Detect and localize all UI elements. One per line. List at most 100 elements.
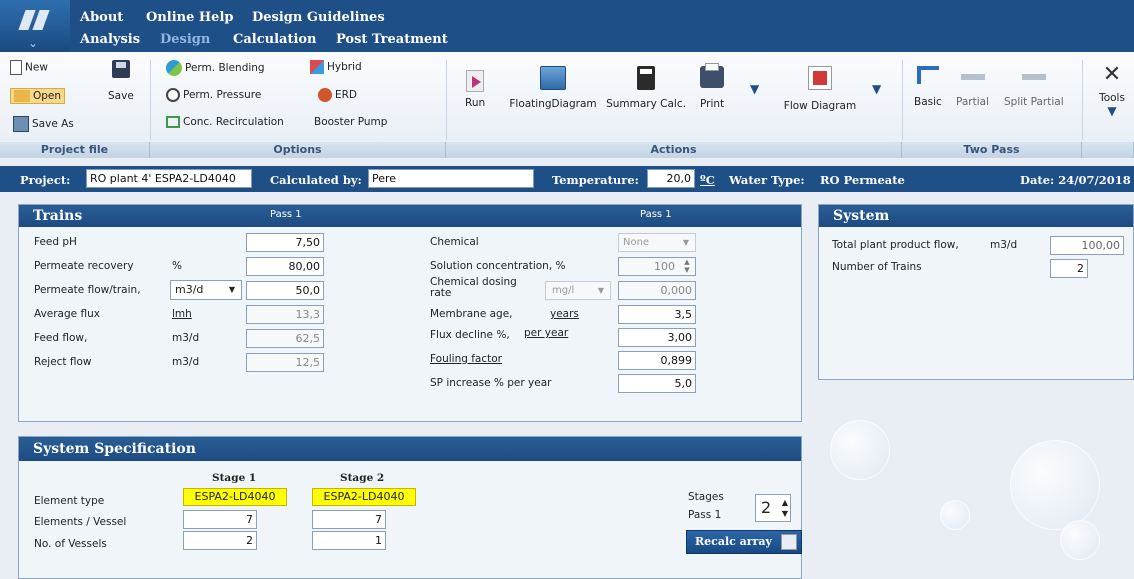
conc-recirculation-option[interactable]: Conc. Recirculation xyxy=(166,116,284,128)
wrench-screwdriver-icon: ✕ xyxy=(1102,62,1122,87)
chemical-select[interactable]: None ▼ xyxy=(618,233,696,252)
reject-flow-value: 12,5 xyxy=(246,353,324,372)
chemical-select-value: None xyxy=(623,237,650,248)
calculated-by-label: Calculated by: xyxy=(270,173,362,187)
system-specification-header: System Specification xyxy=(19,437,801,461)
flux-decline-input[interactable]: 3,00 xyxy=(618,328,696,347)
group-two-pass: Two Pass xyxy=(902,142,1082,158)
permeate-recovery-unit: % xyxy=(172,260,182,272)
floating-diagram-button[interactable]: FloatingDiagram xyxy=(508,66,598,110)
summary-calc-button[interactable]: Summary Calc. xyxy=(604,66,688,110)
stage2-no-of-vessels-input[interactable]: 1 xyxy=(312,531,386,550)
app-logo[interactable]: ⌄ xyxy=(0,0,70,52)
erd-option[interactable]: ERD xyxy=(318,88,357,102)
flow-diagram-button[interactable]: Flow Diagram xyxy=(778,66,862,112)
split-partial-label: Split Partial xyxy=(1004,96,1064,108)
flow-diagram-icon xyxy=(808,66,832,90)
membrane-age-unit-link[interactable]: years xyxy=(550,308,579,320)
stages-spinner-input[interactable]: 2 ▲ ▼ xyxy=(755,494,791,522)
background-bubble xyxy=(940,500,970,530)
chevron-down-icon: ▼ xyxy=(597,286,604,295)
average-flux-value: 13,3 xyxy=(246,305,324,324)
stage2-elements-per-vessel-input[interactable]: 7 xyxy=(312,510,386,529)
sp-increase-input[interactable]: 5,0 xyxy=(618,374,696,393)
two-pass-split-partial-button[interactable]: Split Partial xyxy=(1004,66,1064,108)
stage1-elements-per-vessel-input[interactable]: 7 xyxy=(183,510,257,529)
tools-button[interactable]: ✕ Tools ▼ xyxy=(1090,62,1134,118)
temperature-input[interactable]: 20,0 xyxy=(647,169,695,188)
solution-concentration-spinner[interactable]: ▲ ▼ xyxy=(680,258,694,275)
number-of-trains-input[interactable]: 2 xyxy=(1050,259,1088,278)
element-type-label: Element type xyxy=(34,495,105,507)
membrane-age-input[interactable]: 3,5 xyxy=(618,305,696,324)
print-dropdown-arrow-icon[interactable]: ▼ xyxy=(750,82,759,96)
feed-ph-input[interactable]: 7,50 xyxy=(246,233,324,252)
booster-pump-option[interactable]: Booster Pump xyxy=(314,116,387,128)
tab-post-treatment[interactable]: Post Treatment xyxy=(336,32,448,47)
ribbon-separator xyxy=(150,60,151,140)
print-button[interactable]: Print xyxy=(700,63,724,110)
feed-flow-label: Feed flow, xyxy=(34,332,88,344)
system-specification-panel: System Specification xyxy=(18,436,802,579)
permeate-recovery-input[interactable]: 80,00 xyxy=(246,257,324,276)
permeate-recovery-label: Permeate recovery xyxy=(34,260,134,272)
temperature-unit-link[interactable]: ºC xyxy=(700,173,715,187)
hybrid-label: Hybrid xyxy=(327,61,362,73)
permeate-flow-input[interactable]: 50,0 xyxy=(246,281,324,300)
open-label: Open xyxy=(33,90,62,102)
stage1-element-type-input[interactable]: ESPA2-LD4040 xyxy=(183,488,287,506)
two-pass-basic-button[interactable]: Basic xyxy=(914,66,942,108)
fouling-factor-link[interactable]: Fouling factor xyxy=(430,353,502,365)
background-bubble xyxy=(1060,520,1100,560)
calculator-icon xyxy=(781,534,797,550)
save-as-label: Save As xyxy=(32,118,74,130)
hybrid-option[interactable]: Hybrid xyxy=(310,60,362,74)
dosing-rate-input[interactable]: 0,000 xyxy=(618,281,696,300)
water-type-value[interactable]: RO Permeate xyxy=(820,173,905,187)
membrane-age-label: Membrane age, xyxy=(430,308,513,320)
calculator-icon xyxy=(637,66,655,90)
trains-pass-right: Pass 1 xyxy=(640,209,672,220)
run-button[interactable]: Run xyxy=(465,70,485,109)
save-button[interactable]: Save xyxy=(108,60,134,102)
tab-design[interactable]: Design xyxy=(160,32,210,47)
stage1-no-of-vessels-input[interactable]: 2 xyxy=(183,531,257,550)
basic-label: Basic xyxy=(914,96,942,108)
stage2-element-type-input[interactable]: ESPA2-LD4040 xyxy=(312,488,416,506)
total-plant-product-flow-label: Total plant product flow, xyxy=(832,239,959,251)
tools-dropdown-arrow-icon[interactable]: ▼ xyxy=(1090,104,1134,118)
flux-decline-unit-link[interactable]: per year xyxy=(524,327,568,339)
two-pass-partial-button[interactable]: Partial xyxy=(956,66,989,108)
ribbon-separator xyxy=(902,60,903,140)
menu-design-guidelines[interactable]: Design Guidelines xyxy=(252,10,385,25)
tools-label: Tools xyxy=(1099,92,1125,104)
floppy-disk-icon xyxy=(111,60,130,78)
spinner-arrows-icon[interactable]: ▲ ▼ xyxy=(782,497,788,519)
menu-online-help[interactable]: Online Help xyxy=(146,10,233,25)
menu-about[interactable]: About xyxy=(80,10,123,25)
tab-analysis[interactable]: Analysis xyxy=(80,32,140,47)
average-flux-unit-link[interactable]: lmh xyxy=(172,308,192,320)
flux-decline-label: Flux decline %, xyxy=(430,329,510,341)
new-button[interactable]: New xyxy=(10,60,48,75)
erd-label: ERD xyxy=(335,89,358,101)
open-button[interactable]: Open xyxy=(10,88,66,104)
fouling-factor-input[interactable]: 0,899 xyxy=(618,351,696,370)
perm-pressure-option[interactable]: Perm. Pressure xyxy=(166,88,261,102)
calculated-by-input[interactable]: Pere xyxy=(368,169,534,188)
perm-blending-option[interactable]: Perm. Blending xyxy=(166,60,265,76)
tab-calculation[interactable]: Calculation xyxy=(233,32,317,47)
chevron-down-icon: ⌄ xyxy=(28,36,39,50)
recalc-array-button[interactable]: Recalc array xyxy=(686,530,802,554)
group-project-file: Project file xyxy=(0,142,150,158)
sp-increase-label: SP increase % per year xyxy=(430,377,552,389)
feed-ph-label: Feed pH xyxy=(34,236,77,248)
dosing-unit-select[interactable]: mg/l ▼ xyxy=(545,281,611,300)
flow-diagram-dropdown-arrow-icon[interactable]: ▼ xyxy=(872,82,881,96)
project-name-input[interactable]: RO plant 4' ESPA2-LD4040 xyxy=(86,169,252,188)
chevron-down-icon: ▼ xyxy=(228,285,235,294)
reject-flow-label: Reject flow xyxy=(34,356,92,368)
total-plant-product-flow-input[interactable]: 100,00 xyxy=(1050,236,1124,255)
permeate-flow-unit-select[interactable]: m3/d ▼ xyxy=(170,280,242,300)
save-as-button[interactable]: Save As xyxy=(13,116,74,132)
